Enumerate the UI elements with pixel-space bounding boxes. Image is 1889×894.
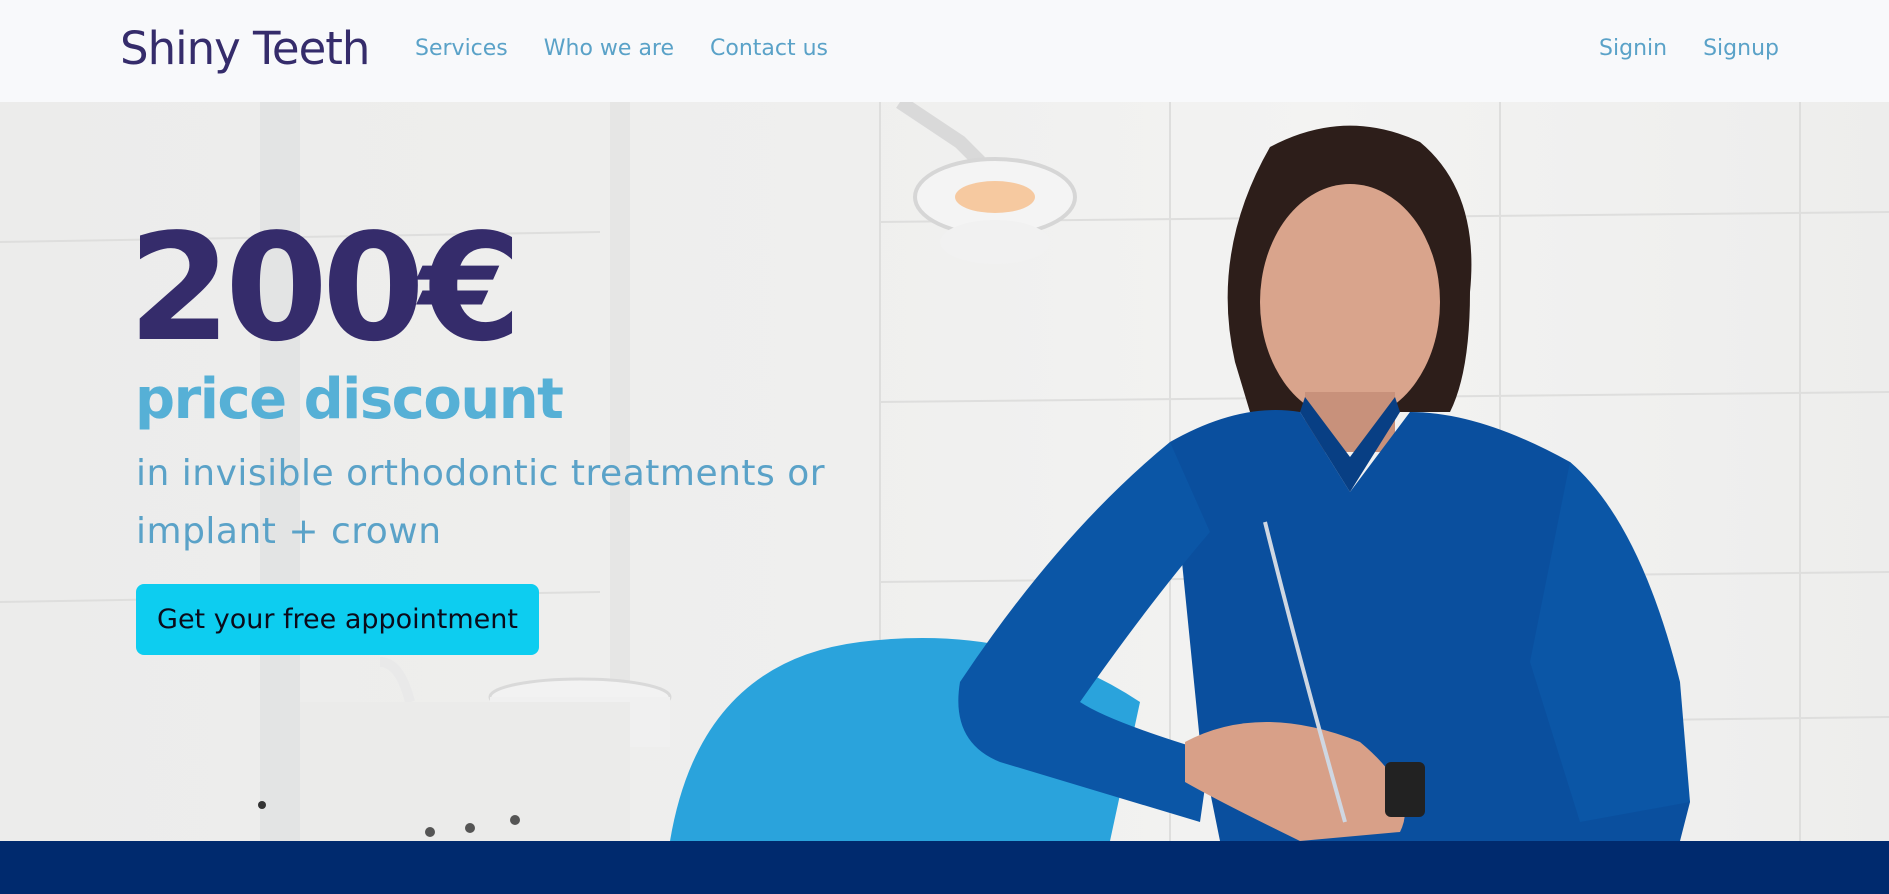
hero-section: 200€ price discount in invisible orthodo…	[0, 102, 1889, 841]
site-header: Shiny Teeth Services Who we are Contact …	[0, 0, 1889, 102]
footer-band	[0, 841, 1889, 894]
hero-amount: 200€	[128, 202, 522, 374]
hero-content: 200€ price discount in invisible orthodo…	[0, 102, 1889, 841]
hero-discount: price discount	[135, 367, 564, 432]
nav-link-who-we-are[interactable]: Who we are	[544, 36, 674, 61]
signin-link[interactable]: Signin	[1599, 36, 1667, 61]
account-nav: Signin Signup	[1599, 36, 1779, 61]
main-nav: Services Who we are Contact us	[415, 36, 828, 61]
nav-link-contact-us[interactable]: Contact us	[710, 36, 828, 61]
free-appointment-button[interactable]: Get your free appointment	[136, 584, 539, 655]
nav-link-services[interactable]: Services	[415, 36, 508, 61]
signup-link[interactable]: Signup	[1703, 36, 1779, 61]
site-logo[interactable]: Shiny Teeth	[120, 22, 370, 75]
hero-description: in invisible orthodontic treatments or i…	[136, 453, 826, 552]
